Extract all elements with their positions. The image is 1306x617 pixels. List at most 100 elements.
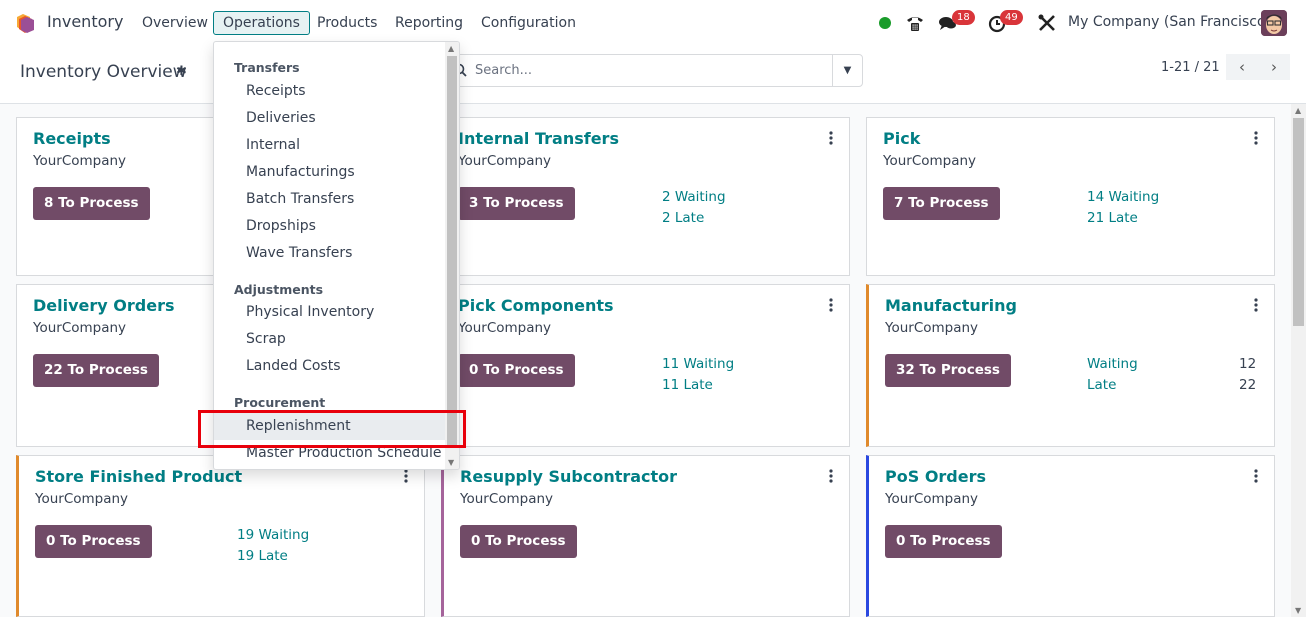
debug-tools-icon[interactable] [1037, 13, 1057, 33]
scrollbar-thumb[interactable] [447, 56, 457, 448]
control-panel: Inventory Overview ✱ Search... ▼ 1-21 / … [0, 46, 1306, 104]
card-title[interactable]: Pick Components [458, 296, 614, 315]
to-process-button[interactable]: 22 To Process [33, 354, 159, 387]
card-company: YourCompany [460, 491, 554, 507]
scroll-up-icon[interactable]: ▲ [1295, 106, 1301, 115]
inventory-app-icon[interactable] [15, 12, 37, 34]
activities-badge: 49 [1000, 10, 1023, 25]
phone-icon[interactable] [905, 13, 925, 33]
menu-item-internal[interactable]: Internal [214, 132, 446, 159]
to-process-button[interactable]: 7 To Process [883, 187, 1000, 220]
late-link[interactable]: 11 Late [662, 377, 713, 393]
kebab-menu-icon[interactable] [826, 468, 836, 484]
scroll-down-icon[interactable]: ▼ [448, 458, 454, 467]
to-process-button[interactable]: 0 To Process [885, 525, 1002, 558]
card-company: YourCompany [458, 320, 552, 336]
kebab-menu-icon[interactable] [401, 468, 411, 484]
to-process-button[interactable]: 0 To Process [35, 525, 152, 558]
waiting-count[interactable]: 12 [1239, 356, 1256, 372]
card-company: YourCompany [885, 491, 979, 507]
operations-dropdown-menu: Transfers Receipts Deliveries Internal M… [213, 41, 460, 470]
gear-icon[interactable]: ✱ [176, 64, 187, 79]
kebab-menu-icon[interactable] [1251, 130, 1261, 146]
menu-configuration[interactable]: Configuration [471, 11, 586, 35]
search-placeholder: Search... [475, 63, 533, 78]
pager-previous-button[interactable]: ‹ [1226, 54, 1258, 80]
pager-next-button[interactable]: › [1258, 54, 1290, 80]
late-link[interactable]: 21 Late [1087, 210, 1138, 226]
search-options-toggle[interactable]: ▼ [832, 55, 862, 86]
kebab-menu-icon[interactable] [1251, 468, 1261, 484]
card-pos-orders[interactable]: PoS Orders YourCompany 0 To Process [866, 455, 1275, 617]
menu-item-wave-transfers[interactable]: Wave Transfers [214, 240, 446, 267]
menu-reporting[interactable]: Reporting [385, 11, 473, 35]
online-status-icon [879, 17, 891, 29]
replenishment-highlight-annotation [198, 410, 466, 448]
to-process-button[interactable]: 3 To Process [458, 187, 575, 220]
menu-item-dropships[interactable]: Dropships [214, 213, 446, 240]
menu-overview[interactable]: Overview [132, 11, 218, 35]
card-company: YourCompany [35, 491, 129, 507]
late-link[interactable]: 19 Late [237, 548, 288, 564]
card-company: YourCompany [883, 153, 977, 169]
page-scrollbar[interactable]: ▲ ▼ [1291, 104, 1306, 617]
page-title: Inventory Overview [20, 62, 187, 82]
scrollbar-thumb[interactable] [1293, 118, 1304, 326]
card-company: YourCompany [33, 320, 127, 336]
waiting-link[interactable]: 2 Waiting [662, 189, 726, 205]
kebab-menu-icon[interactable] [826, 297, 836, 313]
waiting-link[interactable]: 19 Waiting [237, 527, 309, 543]
card-title[interactable]: Delivery Orders [33, 296, 174, 315]
card-title[interactable]: Manufacturing [885, 296, 1017, 315]
card-title[interactable]: Pick [883, 129, 920, 148]
dropdown-scrollbar[interactable]: ▲ ▼ [445, 42, 459, 469]
card-pick-components[interactable]: Pick Components YourCompany 0 To Process… [441, 284, 850, 447]
user-avatar[interactable] [1261, 10, 1287, 36]
section-header-transfers: Transfers [234, 60, 300, 75]
waiting-link[interactable]: 14 Waiting [1087, 189, 1159, 205]
menu-operations[interactable]: Operations [213, 11, 310, 35]
card-title[interactable]: Receipts [33, 129, 111, 148]
card-title[interactable]: Resupply Subcontractor [460, 467, 677, 486]
search-input[interactable]: Search... ▼ [440, 54, 863, 87]
card-title[interactable]: Store Finished Product [35, 467, 242, 486]
card-manufacturing[interactable]: Manufacturing YourCompany 32 To Process … [866, 284, 1275, 447]
card-store-finished-product[interactable]: Store Finished Product YourCompany 0 To … [16, 455, 425, 617]
scroll-down-icon[interactable]: ▼ [1295, 606, 1301, 615]
to-process-button[interactable]: 0 To Process [458, 354, 575, 387]
kebab-menu-icon[interactable] [1251, 297, 1261, 313]
app-name[interactable]: Inventory [47, 12, 123, 31]
late-count[interactable]: 22 [1239, 377, 1256, 393]
card-company: YourCompany [33, 153, 127, 169]
section-header-adjustments: Adjustments [234, 282, 324, 297]
card-company: YourCompany [458, 153, 552, 169]
card-title[interactable]: Internal Transfers [458, 129, 619, 148]
late-link[interactable]: 2 Late [662, 210, 704, 226]
card-pick[interactable]: Pick YourCompany 7 To Process 14 Waiting… [866, 117, 1275, 276]
section-header-procurement: Procurement [234, 395, 326, 410]
menu-products[interactable]: Products [307, 11, 387, 35]
menu-item-batch-transfers[interactable]: Batch Transfers [214, 186, 446, 213]
menu-item-physical-inventory[interactable]: Physical Inventory [214, 299, 446, 326]
to-process-button[interactable]: 0 To Process [460, 525, 577, 558]
company-switcher[interactable]: My Company (San Francisco) [1068, 14, 1271, 30]
kebab-menu-icon[interactable] [826, 130, 836, 146]
scroll-up-icon[interactable]: ▲ [448, 44, 454, 53]
to-process-button[interactable]: 32 To Process [885, 354, 1011, 387]
card-internal-transfers[interactable]: Internal Transfers YourCompany 3 To Proc… [441, 117, 850, 276]
late-link[interactable]: Late [1087, 377, 1116, 393]
waiting-link[interactable]: 11 Waiting [662, 356, 734, 372]
card-company: YourCompany [885, 320, 979, 336]
menu-item-deliveries[interactable]: Deliveries [214, 105, 446, 132]
menu-item-manufacturings[interactable]: Manufacturings [214, 159, 446, 186]
menu-item-landed-costs[interactable]: Landed Costs [214, 353, 446, 380]
top-navbar: Inventory Overview Operations Products R… [0, 0, 1306, 46]
card-resupply-subcontractor[interactable]: Resupply Subcontractor YourCompany 0 To … [441, 455, 850, 617]
to-process-button[interactable]: 8 To Process [33, 187, 150, 220]
card-title[interactable]: PoS Orders [885, 467, 986, 486]
menu-item-scrap[interactable]: Scrap [214, 326, 446, 353]
pager-value[interactable]: 1-21 / 21 [1161, 60, 1220, 75]
messages-badge: 18 [952, 10, 975, 25]
menu-item-receipts[interactable]: Receipts [214, 78, 446, 105]
waiting-link[interactable]: Waiting [1087, 356, 1138, 372]
